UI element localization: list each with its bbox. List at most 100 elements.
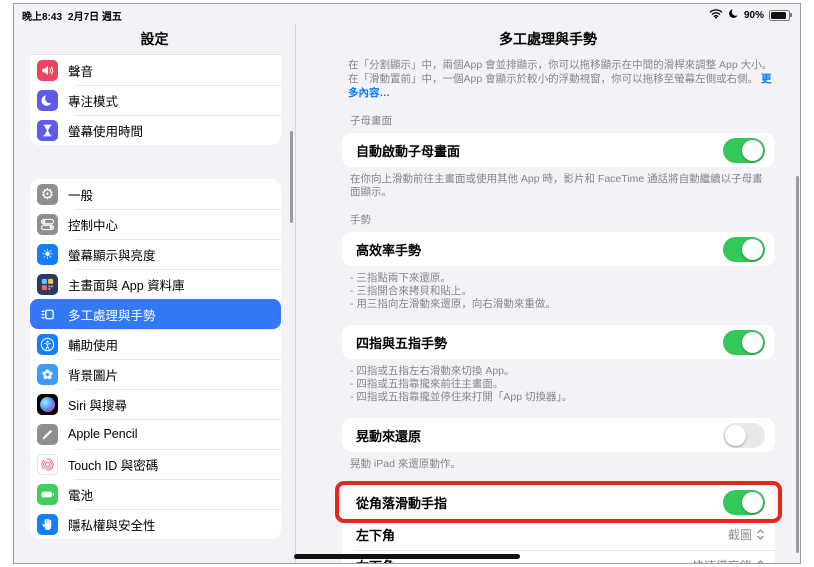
brightness-icon: ☀	[37, 243, 58, 265]
sidebar-item-label: 多工處理與手勢	[68, 308, 156, 323]
sidebar-item-label: 主畫面與 App 資料庫	[68, 278, 185, 293]
sidebar-item-電池[interactable]: 電池	[30, 479, 281, 509]
sidebar-item-螢幕使用時間[interactable]: 螢幕使用時間	[30, 115, 281, 145]
chevron-up-down-icon	[756, 528, 765, 541]
section-footnote: 晃動 iPad 來還原動作。	[350, 458, 461, 470]
focus-moon-status-icon	[728, 7, 740, 22]
settings-card: 晃動來還原	[342, 418, 775, 452]
setting-row-四指與五指手勢[interactable]: 四指與五指手勢	[342, 325, 775, 359]
toggle-晃動來還原[interactable]	[723, 422, 765, 448]
section-footnote: - 三指點兩下來還原。	[350, 272, 451, 284]
touchid-icon	[37, 453, 58, 475]
sidebar-item-控制中心[interactable]: 控制中心	[30, 209, 281, 239]
wifi-icon	[709, 8, 723, 22]
section-footnote: - 四指或五指靠攏來前往主畫面。	[350, 378, 504, 390]
sidebar-item-背景圖片[interactable]: 背景圖片	[30, 359, 281, 389]
hourglass-icon	[37, 119, 58, 141]
home-indicator[interactable]	[294, 554, 520, 559]
sidebar-group: 聲音專注模式螢幕使用時間	[30, 54, 281, 145]
select-左下角[interactable]: 截圖	[728, 526, 765, 543]
main-content: 在「分割顯示」中，兩個App 會並排顯示，你可以拖移顯示在中間的滑桿來調整 Ap…	[296, 54, 800, 563]
siri-icon	[37, 393, 58, 415]
sidebar-item-專注模式[interactable]: 專注模式	[30, 85, 281, 115]
sidebar-item-label: 控制中心	[68, 218, 119, 233]
status-date: 2月7日 週五	[68, 11, 122, 23]
toggle-從角落滑動手指[interactable]	[723, 489, 765, 515]
sidebar-item-主畫面與 App 資料庫[interactable]: 主畫面與 App 資料庫	[30, 269, 281, 299]
sidebar-item-Siri 與搜尋[interactable]: Siri 與搜尋	[30, 389, 281, 419]
sidebar-item-label: 一般	[68, 188, 94, 203]
select-右下角[interactable]: 快速備忘錄	[692, 557, 765, 563]
sidebar-item-label: Touch ID 與密碼	[68, 458, 159, 473]
page-title: 多工處理與手勢	[499, 31, 597, 47]
setting-row-左下角[interactable]: 左下角 截圖	[342, 519, 775, 550]
sidebar-item-label: 螢幕顯示與亮度	[68, 248, 156, 263]
speaker-icon	[37, 59, 58, 81]
sidebar-item-多工處理與手勢[interactable]: 多工處理與手勢	[30, 299, 281, 329]
sidebar-list: 聲音專注模式螢幕使用時間 ⚙ 一般控制中心 ☀ 螢幕顯示與亮度主畫面與 App 資料庫多…	[14, 54, 295, 563]
status-bar: 晚上8:43 2月7日 週五 90%	[14, 4, 800, 24]
sidebar-item-label: 輔助使用	[68, 338, 119, 353]
sidebar-item-label: Apple Pencil	[68, 427, 138, 441]
privacy-icon	[37, 513, 58, 535]
sidebar-item-Touch ID 與密碼[interactable]: Touch ID 與密碼	[30, 449, 281, 479]
sidebar-item-螢幕顯示與亮度[interactable]: ☀ 螢幕顯示與亮度	[30, 239, 281, 269]
setting-row-自動啟動子母畫面[interactable]: 自動啟動子母畫面	[342, 133, 775, 167]
accessibility-icon	[37, 333, 58, 355]
sidebar-item-label: 隱私權與安全性	[68, 518, 156, 533]
settings-sidebar: 設定 聲音專注模式螢幕使用時間 ⚙ 一般控制中心 ☀ 螢幕顯示與亮度主畫面與 App 資…	[14, 24, 295, 563]
sidebar-title: 設定	[140, 31, 169, 47]
section-footnote: - 三指開合來拷貝和貼上。	[350, 285, 472, 297]
setting-title: 高效率手勢	[356, 242, 422, 258]
settings-card: 自動啟動子母畫面	[342, 133, 775, 167]
setting-title: 晃動來還原	[356, 428, 422, 444]
multitask-icon	[37, 304, 58, 325]
setting-row-高效率手勢[interactable]: 高效率手勢	[342, 232, 775, 266]
chevron-up-down-icon	[756, 559, 765, 563]
section-footnote: - 用三指向左滑動來還原，向右滑動來重做。	[350, 298, 556, 310]
toggle-自動啟動子母畫面[interactable]	[723, 137, 765, 163]
sidebar-item-輔助使用[interactable]: 輔助使用	[30, 329, 281, 359]
setting-row-晃動來還原[interactable]: 晃動來還原	[342, 418, 775, 452]
toggle-四指與五指手勢[interactable]	[723, 329, 765, 355]
section-label: 子母畫面	[350, 115, 392, 127]
app-library-icon	[37, 273, 58, 295]
sidebar-scrollbar[interactable]	[290, 131, 293, 223]
sidebar-item-聲音[interactable]: 聲音	[30, 55, 281, 85]
setting-title: 四指與五指手勢	[356, 335, 448, 351]
pencil-icon	[37, 423, 58, 445]
main-panel: 多工處理與手勢 在「分割顯示」中，兩個App 會並排顯示，你可以拖移顯示在中間的…	[296, 24, 800, 563]
main-scrollbar[interactable]	[796, 176, 799, 553]
section-footnote: 在你向上滑動前往主畫面或使用其他 App 時，影片和 FaceTime 通話將自…	[350, 173, 763, 198]
intro-body: 在「分割顯示」中，兩個App 會並排顯示，你可以拖移顯示在中間的滑桿來調整 Ap…	[348, 59, 773, 85]
sidebar-item-label: 螢幕使用時間	[68, 124, 144, 139]
settings-card: 高效率手勢	[342, 232, 775, 266]
section-footnote: - 四指或五指靠攏並停住來打開「App 切換器」。	[350, 391, 573, 403]
ipad-screen: 晚上8:43 2月7日 週五 90% 設定 聲音專注模式螢幕使用時間 ⚙ 一般控制中…	[13, 3, 801, 564]
sidebar-item-一般[interactable]: ⚙ 一般	[30, 179, 281, 209]
intro-text: 在「分割顯示」中，兩個App 會並排顯示，你可以拖移顯示在中間的滑桿來調整 Ap…	[348, 58, 773, 100]
setting-title: 左下角	[356, 528, 396, 543]
battery-percent: 90%	[743, 9, 764, 21]
status-time: 晚上8:43	[22, 11, 63, 23]
sidebar-item-label: 專注模式	[68, 94, 119, 109]
section-label: 手勢	[350, 214, 371, 226]
settings-card: 從角落滑動手指左下角截圖右下角快速備忘錄	[335, 481, 782, 563]
select-value: 快速備忘錄	[692, 557, 752, 563]
toggle-高效率手勢[interactable]	[723, 236, 765, 262]
wallpaper-icon	[37, 363, 58, 385]
setting-row-從角落滑動手指[interactable]: 從角落滑動手指	[335, 481, 782, 523]
sidebar-item-label: 背景圖片	[68, 368, 119, 383]
sidebar-group: ⚙ 一般控制中心 ☀ 螢幕顯示與亮度主畫面與 App 資料庫 多工處理與手勢 輔助使用背景…	[30, 179, 281, 539]
focus-moon-icon	[37, 89, 58, 111]
sidebar-item-Apple Pencil[interactable]: Apple Pencil	[30, 419, 281, 449]
settings-card: 四指與五指手勢	[342, 325, 775, 359]
sidebar-item-隱私權與安全性[interactable]: 隱私權與安全性	[30, 509, 281, 539]
setting-title: 自動啟動子母畫面	[356, 143, 461, 159]
battery-icon	[769, 9, 792, 21]
battery-green-icon	[37, 483, 58, 505]
select-value: 截圖	[727, 528, 752, 542]
setting-title: 從角落滑動手指	[356, 495, 448, 511]
gear-icon: ⚙	[37, 183, 58, 205]
control-center-icon	[37, 213, 58, 235]
